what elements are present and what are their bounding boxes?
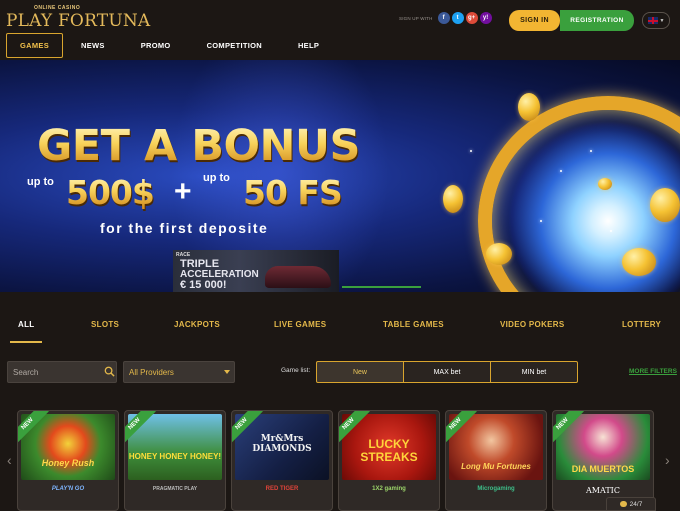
- provider-logo: AMATIC: [586, 486, 620, 495]
- coin-graphic: [622, 248, 656, 276]
- gamelist-label: Game list:: [281, 367, 311, 374]
- more-filters-link[interactable]: MORE FILTERS: [629, 368, 677, 375]
- banner-subtitle: for the first deposite: [100, 220, 269, 236]
- provider-logo: PLAY'N GO: [51, 486, 85, 492]
- banner-plus: +: [174, 175, 192, 208]
- providers-value: All Providers: [129, 368, 174, 377]
- tab-jackpots[interactable]: JACKPOTS: [174, 320, 220, 329]
- logo-title: PLAY FORTUNA: [6, 11, 151, 31]
- main-nav: GAMES NEWS PROMO COMPETITION HELP: [6, 32, 355, 58]
- category-tabs: ALL SLOTS JACKPOTS LIVE GAMES TABLE GAME…: [0, 320, 680, 346]
- tab-live-games[interactable]: LIVE GAMES: [274, 320, 326, 329]
- social-signup: SIGN UP WITH f t g+ y!: [399, 12, 492, 24]
- race-car-image: [265, 266, 331, 288]
- game-title: DIA MUERTOS: [571, 464, 635, 474]
- game-card[interactable]: DIA MUERTOS NEW AMATIC: [552, 410, 654, 511]
- chevron-down-icon: [224, 370, 230, 374]
- sparkle: [540, 220, 542, 222]
- language-selector[interactable]: ▼: [642, 12, 670, 29]
- game-title: Mr&Mrs DIAMONDS: [252, 434, 312, 454]
- google-plus-icon[interactable]: g+: [465, 12, 478, 24]
- sign-in-button[interactable]: SIGN IN: [509, 10, 560, 31]
- game-card[interactable]: Mr&Mrs DIAMONDS NEW RED TIGER: [231, 410, 333, 511]
- coin-graphic: [518, 93, 540, 121]
- tab-video-pokers[interactable]: VIDEO POKERS: [500, 320, 565, 329]
- tab-lottery[interactable]: LOTTERY: [622, 320, 661, 329]
- provider-logo: RED TIGER: [265, 486, 299, 492]
- promo-slide-thumbnail[interactable]: RACE TRIPLE ACCELERATION € 15 000!: [173, 250, 339, 292]
- registration-button[interactable]: REGISTRATION: [560, 10, 634, 31]
- banner-free-spins: 50 FS: [243, 173, 343, 212]
- providers-select[interactable]: All Providers: [123, 361, 235, 383]
- game-card[interactable]: LUCKY STREAKS NEW 1X2 gaming: [338, 410, 440, 511]
- chevron-right-icon[interactable]: ›: [665, 452, 670, 468]
- provider-logo: Microgaming: [477, 486, 515, 492]
- search-box: [7, 361, 117, 383]
- sparkle: [470, 150, 472, 152]
- game-card[interactable]: Long Mu Fortunes NEW Microgaming: [445, 410, 547, 511]
- site-header: ONLINE CASINO PLAY FORTUNA GAMES NEWS PR…: [0, 0, 680, 60]
- yahoo-icon[interactable]: y!: [479, 12, 492, 24]
- provider-logo: 1X2 gaming: [372, 486, 406, 492]
- facebook-icon[interactable]: f: [437, 12, 450, 24]
- uk-flag-icon: [647, 17, 658, 24]
- banner-upto-2: up to: [203, 172, 230, 184]
- chevron-left-icon[interactable]: ‹: [7, 452, 12, 468]
- search-input[interactable]: [8, 362, 100, 382]
- hero-banner[interactable]: GET A BONUS up to 500$ + up to 50 FS for…: [0, 60, 680, 292]
- tab-slots[interactable]: SLOTS: [91, 320, 119, 329]
- coin-graphic: [443, 185, 463, 213]
- sparkle: [590, 150, 592, 152]
- game-title: Honey Rush: [41, 458, 95, 468]
- banner-amount: 500$: [66, 173, 155, 212]
- chevron-down-icon: ▼: [659, 17, 665, 24]
- provider-logo: PRAGMATIC PLAY: [152, 486, 198, 492]
- casino-page: ONLINE CASINO PLAY FORTUNA GAMES NEWS PR…: [0, 0, 680, 511]
- support-chat-button[interactable]: 24/7: [606, 497, 656, 511]
- game-title: HONEY HONEY HONEY!: [128, 452, 222, 461]
- signup-label: SIGN UP WITH: [399, 15, 433, 21]
- nav-promo[interactable]: PROMO: [141, 41, 171, 50]
- coin-graphic: [650, 188, 680, 222]
- tab-table-games[interactable]: TABLE GAMES: [383, 320, 444, 329]
- site-logo[interactable]: ONLINE CASINO PLAY FORTUNA: [6, 2, 150, 32]
- active-tab-underline: [10, 341, 42, 343]
- tab-all[interactable]: ALL: [18, 320, 34, 329]
- coin-graphic: [598, 178, 612, 190]
- segment-new[interactable]: New: [316, 361, 404, 383]
- nav-news[interactable]: NEWS: [81, 41, 105, 50]
- twitter-icon[interactable]: t: [451, 12, 464, 24]
- nav-competition[interactable]: COMPETITION: [207, 41, 262, 50]
- segment-max-bet[interactable]: MAX bet: [403, 361, 491, 383]
- game-title: LUCKY STREAKS: [360, 437, 418, 464]
- chat-icon: [619, 501, 627, 507]
- coin-graphic: [486, 243, 512, 265]
- sparkle: [610, 230, 612, 232]
- search-icon[interactable]: [104, 366, 115, 377]
- banner-upto-1: up to: [27, 176, 54, 188]
- slider-indicator[interactable]: [342, 286, 421, 288]
- nav-help[interactable]: HELP: [298, 41, 319, 50]
- promo-line-3: € 15 000!: [180, 279, 227, 291]
- nav-games[interactable]: GAMES: [6, 32, 64, 58]
- sparkle: [560, 170, 562, 172]
- game-card[interactable]: HONEY HONEY HONEY! NEW PRAGMATIC PLAY: [124, 410, 226, 511]
- game-card[interactable]: Honey Rush NEW PLAY'N GO: [17, 410, 119, 511]
- banner-title: GET A BONUS: [37, 121, 360, 171]
- game-title: Long Mu Fortunes: [461, 462, 531, 471]
- segment-min-bet[interactable]: MIN bet: [490, 361, 578, 383]
- chat-label: 24/7: [629, 500, 643, 508]
